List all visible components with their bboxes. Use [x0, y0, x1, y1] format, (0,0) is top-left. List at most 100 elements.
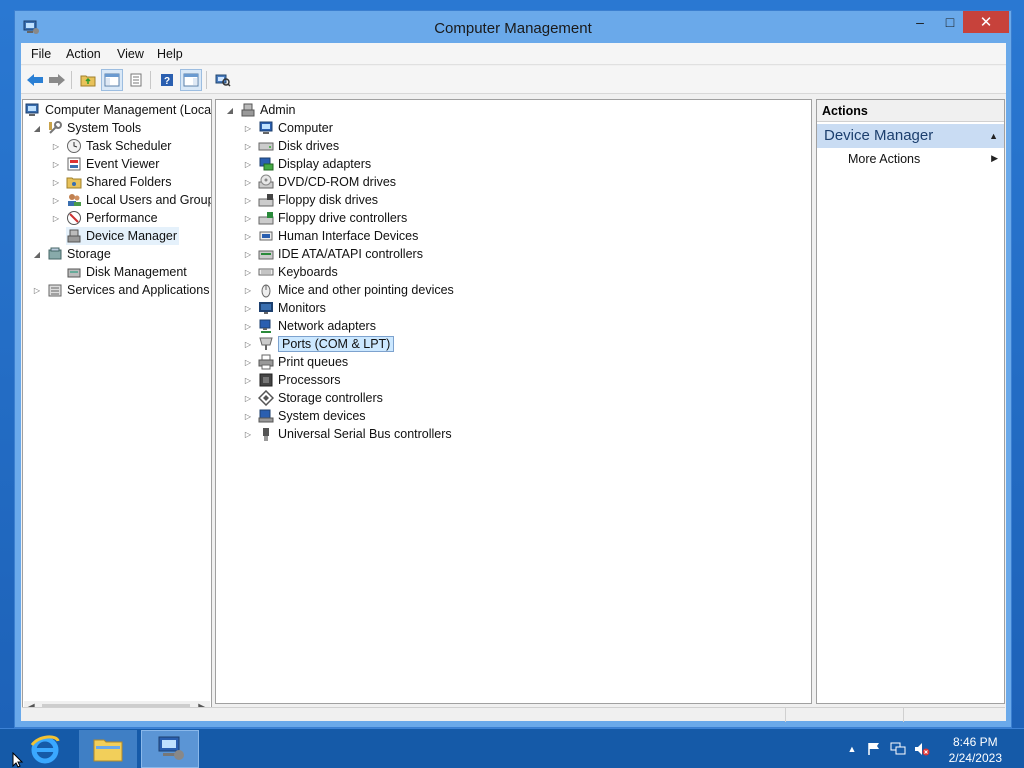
tree-item-services-applications[interactable]: ▷ Services and Applications — [31, 281, 210, 299]
device-category-label: Computer — [278, 121, 333, 135]
collapsed-arrow-icon[interactable]: ▷ — [31, 284, 43, 296]
taskbar: ▲ 8:46 PM 2/24/2023 — [0, 728, 1024, 768]
collapsed-arrow-icon[interactable]: ▷ — [242, 248, 254, 260]
collapsed-arrow-icon[interactable]: ▷ — [242, 428, 254, 440]
internet-explorer-icon[interactable] — [16, 730, 74, 768]
collapsed-arrow-icon[interactable]: ▷ — [50, 140, 62, 152]
device-category-computer[interactable]: ▷ Computer — [242, 119, 333, 137]
tree-item-device-manager[interactable]: Device Manager — [66, 227, 180, 245]
status-bar — [22, 707, 1005, 722]
forward-arrow-icon[interactable] — [46, 69, 68, 91]
device-category-processors[interactable]: ▷ Processors — [242, 371, 341, 389]
tree-item-label: Storage — [67, 247, 111, 261]
collapsed-arrow-icon[interactable]: ▷ — [50, 212, 62, 224]
tree-item-label: Event Viewer — [86, 157, 160, 171]
disk-management-icon — [66, 264, 82, 280]
device-category-mice-and-other-pointing-devices[interactable]: ▷ Mice and other pointing devices — [242, 281, 454, 299]
device-category-ports-com-lpt[interactable]: ▷ Ports (COM & LPT) — [242, 335, 395, 353]
computer-icon — [240, 102, 256, 118]
collapsed-arrow-icon[interactable]: ▷ — [242, 158, 254, 170]
device-tree-root[interactable]: ◢ Admin — [224, 101, 296, 119]
device-category-system-devices[interactable]: ▷ System devices — [242, 407, 366, 425]
maximize-button[interactable]: □ — [935, 11, 965, 33]
collapsed-arrow-icon[interactable]: ▷ — [242, 320, 254, 332]
more-actions-item[interactable]: More Actions — [848, 152, 920, 166]
collapsed-arrow-icon[interactable]: ▷ — [242, 122, 254, 134]
services-icon — [47, 282, 63, 298]
collapsed-arrow-icon[interactable]: ▷ — [242, 230, 254, 242]
minimize-button[interactable]: – — [905, 11, 935, 33]
tree-item-storage[interactable]: ◢ Storage — [31, 245, 111, 263]
volume-muted-icon[interactable] — [914, 741, 930, 757]
device-category-floppy-disk-drives[interactable]: ▷ Floppy disk drives — [242, 191, 378, 209]
tree-item-disk-management[interactable]: Disk Management — [66, 263, 187, 281]
title-bar[interactable]: Computer Management – □ ✕ — [15, 11, 1011, 43]
collapsed-arrow-icon[interactable]: ▷ — [242, 338, 254, 350]
tree-item-system-tools[interactable]: ◢ System Tools — [31, 119, 141, 137]
file-explorer-icon[interactable] — [79, 730, 137, 768]
collapsed-arrow-icon[interactable]: ▷ — [242, 140, 254, 152]
collapsed-arrow-icon[interactable]: ▷ — [242, 212, 254, 224]
device-category-print-queues[interactable]: ▷ Print queues — [242, 353, 348, 371]
device-tree-root-label: Admin — [260, 103, 296, 117]
device-category-display-adapters[interactable]: ▷ Display adapters — [242, 155, 371, 173]
device-category-dvd-cd-rom-drives[interactable]: ▷ DVD/CD-ROM drives — [242, 173, 396, 191]
device-category-monitors[interactable]: ▷ Monitors — [242, 299, 326, 317]
window-title: Computer Management — [434, 20, 592, 37]
menu-file[interactable]: File — [31, 47, 51, 61]
up-folder-icon[interactable] — [77, 69, 99, 91]
collapsed-arrow-icon[interactable]: ▷ — [50, 194, 62, 206]
back-arrow-icon[interactable] — [24, 69, 46, 91]
show-hide-console-tree-icon[interactable] — [101, 69, 123, 91]
collapsed-arrow-icon[interactable]: ▷ — [50, 176, 62, 188]
device-category-ide-ata-atapi-controllers[interactable]: ▷ IDE ATA/ATAPI controllers — [242, 245, 423, 263]
tree-item-performance[interactable]: ▷ Performance — [50, 209, 158, 227]
show-hide-action-pane-icon[interactable] — [180, 69, 202, 91]
expanded-arrow-icon[interactable]: ◢ — [224, 104, 236, 116]
tree-root[interactable]: Computer Management (Local — [25, 101, 211, 119]
collapsed-arrow-icon[interactable]: ▷ — [242, 284, 254, 296]
collapsed-arrow-icon[interactable]: ▷ — [242, 302, 254, 314]
computer-management-icon[interactable] — [141, 730, 199, 768]
device-category-storage-controllers[interactable]: ▷ Storage controllers — [242, 389, 383, 407]
menu-view[interactable]: View — [117, 47, 144, 61]
collapse-up-icon[interactable]: ▲ — [989, 131, 998, 141]
close-button[interactable]: ✕ — [963, 11, 1009, 33]
dvd-icon — [258, 174, 274, 190]
clock-time: 8:46 PM — [952, 735, 998, 749]
expanded-arrow-icon[interactable]: ◢ — [31, 122, 43, 134]
actions-section-label: Device Manager — [824, 127, 934, 144]
collapsed-arrow-icon[interactable]: ▷ — [50, 158, 62, 170]
device-category-human-interface-devices[interactable]: ▷ Human Interface Devices — [242, 227, 418, 245]
collapsed-arrow-icon[interactable]: ▷ — [242, 392, 254, 404]
help-icon[interactable]: ? — [156, 69, 178, 91]
device-category-keyboards[interactable]: ▷ Keyboards — [242, 263, 338, 281]
taskbar-clock[interactable]: 8:46 PM 2/24/2023 — [949, 734, 1002, 766]
tree-item-label: Local Users and Groups — [86, 193, 212, 207]
tree-item-local-users-groups[interactable]: ▷ Local Users and Groups — [50, 191, 212, 209]
tree-item-task-scheduler[interactable]: ▷ Task Scheduler — [50, 137, 171, 155]
collapsed-arrow-icon[interactable]: ▷ — [242, 374, 254, 386]
collapsed-arrow-icon[interactable]: ▷ — [242, 356, 254, 368]
action-center-flag-icon[interactable] — [866, 741, 882, 757]
menu-action[interactable]: Action — [66, 47, 101, 61]
expanded-arrow-icon[interactable]: ◢ — [31, 248, 43, 260]
device-category-network-adapters[interactable]: ▷ Network adapters — [242, 317, 376, 335]
collapsed-arrow-icon[interactable]: ▷ — [242, 410, 254, 422]
device-category-disk-drives[interactable]: ▷ Disk drives — [242, 137, 339, 155]
scan-hardware-icon[interactable] — [212, 69, 234, 91]
collapsed-arrow-icon[interactable]: ▷ — [242, 194, 254, 206]
properties-icon[interactable] — [125, 69, 147, 91]
collapsed-arrow-icon[interactable]: ▷ — [242, 176, 254, 188]
actions-header: Actions — [817, 100, 1004, 122]
network-icon[interactable] — [890, 741, 906, 757]
actions-section-device-manager[interactable]: Device Manager ▲ — [817, 124, 1004, 148]
menu-help[interactable]: Help — [157, 47, 183, 61]
device-category-universal-serial-bus-controllers[interactable]: ▷ Universal Serial Bus controllers — [242, 425, 452, 443]
collapsed-arrow-icon[interactable]: ▷ — [242, 266, 254, 278]
device-category-label: Monitors — [278, 301, 326, 315]
device-category-floppy-drive-controllers[interactable]: ▷ Floppy drive controllers — [242, 209, 407, 227]
tree-item-shared-folders[interactable]: ▷ Shared Folders — [50, 173, 172, 191]
tree-item-event-viewer[interactable]: ▷ Event Viewer — [50, 155, 160, 173]
show-hidden-icons-icon[interactable]: ▲ — [844, 741, 860, 757]
